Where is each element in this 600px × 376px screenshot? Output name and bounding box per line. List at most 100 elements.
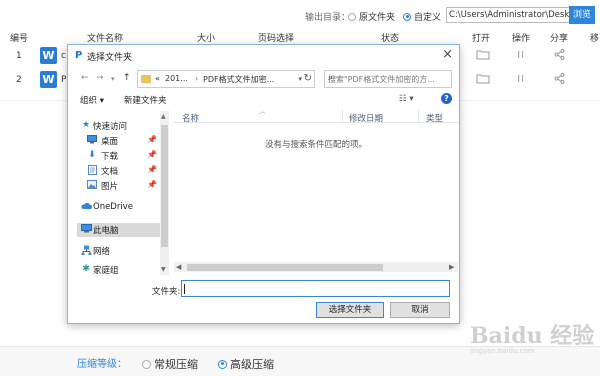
breadcrumb-prefix: « bbox=[155, 74, 160, 83]
row-filename: P bbox=[61, 75, 67, 85]
compression-level-label: 压缩等级： bbox=[77, 359, 127, 370]
row-filename: c bbox=[61, 51, 66, 61]
nav-item-onedrive[interactable]: OneDrive bbox=[77, 201, 167, 215]
view-options-icon[interactable]: ☷ ▾ bbox=[399, 94, 414, 104]
browse-button[interactable]: 浏览 bbox=[569, 6, 595, 24]
recent-chevron-icon[interactable]: ▾ bbox=[111, 75, 115, 83]
pin-icon: 📌 bbox=[147, 135, 157, 144]
folder-name-input[interactable] bbox=[181, 280, 450, 297]
select-folder-button[interactable]: 选择文件夹 bbox=[316, 302, 384, 318]
dialog-title: 选择文件夹 bbox=[87, 53, 133, 63]
sort-arrow-icon: ︿ bbox=[259, 107, 266, 115]
radio-dot bbox=[142, 359, 151, 369]
homegroup-icon: ✱ bbox=[82, 264, 90, 274]
nav-label: 家庭组 bbox=[93, 266, 119, 275]
col-open: 打开 bbox=[472, 34, 491, 44]
watermark-main: Baidu 经验 bbox=[470, 323, 595, 349]
file-list[interactable]: ︿ 名称 修改日期 类型 没有与搜索条件匹配的项。 ◀ ▶ bbox=[174, 107, 458, 277]
navigation-row: ← → ▾ ↑ « 201... › PDF格式文件加密... ▾ ↻ 搜索"P… bbox=[68, 67, 459, 89]
file-list-hscrollbar[interactable]: ◀ ▶ bbox=[174, 262, 458, 272]
folder-name-row: 文件夹: bbox=[68, 279, 459, 299]
radio-custom-folder[interactable]: 自定义 bbox=[403, 10, 441, 23]
output-dir-label: 输出目录： bbox=[305, 13, 351, 23]
back-arrow-icon[interactable]: ← bbox=[81, 73, 89, 83]
nav-scrollbar[interactable]: ▲ ▼ bbox=[160, 111, 169, 275]
pin-icon: 📌 bbox=[147, 180, 157, 189]
breadcrumb-item[interactable]: PDF格式文件加密... bbox=[203, 74, 274, 85]
scroll-down-icon[interactable]: ▼ bbox=[161, 266, 166, 273]
scroll-thumb[interactable] bbox=[161, 125, 168, 247]
organize-menu[interactable]: 组织 ▾ bbox=[80, 94, 104, 106]
dialog-titlebar[interactable]: P 选择文件夹 × bbox=[68, 45, 459, 67]
network-icon bbox=[81, 245, 92, 255]
nav-label: 文档 bbox=[101, 167, 119, 177]
nav-label: 此电脑 bbox=[93, 226, 119, 236]
open-folder-icon[interactable] bbox=[476, 49, 490, 60]
radio-normal-compress[interactable]: 常规压缩 bbox=[142, 356, 198, 372]
file-list-header: ︿ 名称 修改日期 类型 bbox=[174, 107, 458, 124]
nav-item-this-pc[interactable]: 此电脑 bbox=[77, 223, 167, 237]
pause-icon[interactable] bbox=[517, 50, 525, 59]
col-name[interactable]: 名称 bbox=[182, 112, 199, 124]
computer-icon bbox=[81, 224, 92, 234]
nav-label: 快速访问 bbox=[93, 122, 128, 132]
scroll-up-icon[interactable]: ▲ bbox=[161, 113, 166, 120]
radio-high-compress[interactable]: 高级压缩 bbox=[218, 356, 274, 372]
star-icon: ★ bbox=[81, 120, 91, 130]
search-input[interactable]: 搜索"PDF格式文件加密的方... ⌕ bbox=[324, 70, 452, 88]
folder-icon bbox=[141, 75, 151, 83]
pin-icon: 📌 bbox=[147, 165, 157, 174]
radio-dot bbox=[403, 12, 411, 21]
col-action: 操作 bbox=[512, 34, 531, 44]
select-folder-dialog: P 选择文件夹 × ← → ▾ ↑ « 201... › PDF格式文件加密..… bbox=[67, 44, 460, 324]
picture-icon bbox=[87, 180, 97, 190]
col-filename: 文件名称 bbox=[87, 34, 124, 44]
help-icon[interactable]: ? bbox=[441, 93, 452, 104]
empty-results-message: 没有与搜索条件匹配的项。 bbox=[264, 140, 367, 150]
col-type[interactable]: 类型 bbox=[426, 112, 443, 124]
share-icon[interactable] bbox=[554, 49, 565, 60]
nav-item-documents[interactable]: 文档 📌 bbox=[77, 164, 167, 178]
column-separator[interactable] bbox=[342, 110, 343, 122]
radio-original-folder[interactable]: 原文件夹 bbox=[348, 10, 395, 23]
nav-item-downloads[interactable]: ⬇ 下载 📌 bbox=[77, 149, 167, 163]
search-icon[interactable]: ⌕ bbox=[328, 73, 448, 83]
refresh-icon[interactable]: ↻ bbox=[304, 73, 312, 84]
baidu-watermark: Baidu 经验 jingyan.baidu.com bbox=[470, 318, 594, 355]
cloud-icon bbox=[81, 202, 92, 212]
new-folder-button[interactable]: 新建文件夹 bbox=[124, 94, 167, 106]
breadcrumb-separator-icon: › bbox=[195, 74, 199, 83]
col-modified[interactable]: 修改日期 bbox=[349, 112, 383, 124]
nav-item-network[interactable]: 网络 bbox=[77, 244, 167, 258]
nav-item-quick-access[interactable]: ★ 快速访问 bbox=[77, 119, 167, 133]
up-arrow-icon[interactable]: ↑ bbox=[123, 73, 131, 83]
radio-custom-label: 自定义 bbox=[414, 13, 442, 23]
share-icon[interactable] bbox=[554, 73, 565, 84]
nav-item-homegroup[interactable]: ✱ 家庭组 bbox=[77, 263, 167, 275]
close-icon[interactable]: × bbox=[442, 48, 453, 62]
address-dropdown-icon[interactable]: ▾ bbox=[298, 75, 302, 83]
nav-item-desktop[interactable]: 桌面 📌 bbox=[77, 134, 167, 148]
breadcrumb-item[interactable]: 201... bbox=[165, 74, 188, 83]
output-path-field[interactable]: C:\Users\Administrator\Desktop bbox=[446, 7, 570, 23]
col-size: 大小 bbox=[197, 34, 216, 44]
column-separator[interactable] bbox=[418, 110, 419, 122]
row-number: 2 bbox=[16, 75, 22, 85]
col-share: 分享 bbox=[550, 34, 569, 44]
col-page-select: 页码选择 bbox=[258, 34, 295, 44]
scroll-right-icon[interactable]: ▶ bbox=[449, 263, 454, 271]
scroll-left-icon[interactable]: ◀ bbox=[176, 263, 181, 271]
pause-icon[interactable] bbox=[517, 74, 525, 83]
cancel-button[interactable]: 取消 bbox=[390, 302, 450, 318]
radio-original-label: 原文件夹 bbox=[359, 13, 396, 23]
nav-label: 网络 bbox=[93, 247, 111, 257]
open-folder-icon[interactable] bbox=[476, 73, 490, 84]
row-number: 1 bbox=[16, 51, 22, 61]
table-header: 编号 文件名称 大小 页码选择 状态 打开 操作 分享 移 bbox=[0, 30, 600, 44]
nav-item-pictures[interactable]: 图片 📌 bbox=[77, 179, 167, 193]
dialog-buttons: 选择文件夹 取消 bbox=[68, 301, 459, 319]
address-bar[interactable]: « 201... › PDF格式文件加密... ▾ ↻ bbox=[137, 70, 315, 88]
navigation-pane: ★ 快速访问 桌面 📌 ⬇ 下载 📌 文档 📌 图片 📌 OneDrive 此电… bbox=[77, 111, 169, 275]
scroll-thumb[interactable] bbox=[187, 264, 383, 271]
forward-arrow-icon[interactable]: → bbox=[96, 73, 104, 83]
